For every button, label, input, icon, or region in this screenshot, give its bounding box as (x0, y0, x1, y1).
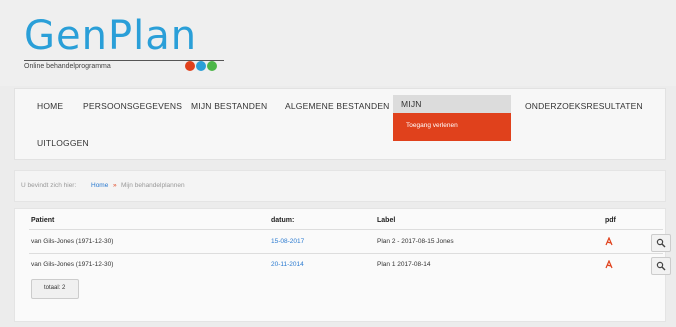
plans-table: Patient datum: Label pdf van Gils-Jones … (14, 208, 671, 322)
breadcrumb-separator: » (113, 182, 117, 189)
search-icon (656, 238, 666, 248)
row2-patient: van Gils-Jones (1971-12-30) (31, 261, 114, 268)
main-nav: HOME PERSOONSGEGEVENS MIJN BESTANDEN ALG… (14, 88, 666, 160)
total-count: totaal: 2 (31, 279, 79, 299)
logo-dot-blue (196, 61, 206, 71)
pdf-icon[interactable] (605, 260, 613, 269)
logo[interactable]: GenPlan Online behandelprogramma (24, 14, 244, 78)
col-header-patient: Patient (31, 217, 55, 224)
col-header-label: Label (377, 217, 396, 224)
nav-persoonsgegevens[interactable]: PERSOONSGEGEVENS (83, 101, 182, 111)
row-divider (29, 253, 663, 254)
nav-onderzoeksresultaten[interactable]: ONDERZOEKSRESULTATEN (525, 101, 643, 111)
nav-algemene-bestanden[interactable]: ALGEMENE BESTANDEN (285, 101, 390, 111)
logo-dot-orange (185, 61, 195, 71)
dropdown-item-toegang-verlenen[interactable]: Toegang verlenen (406, 122, 458, 129)
header: GenPlan Online behandelprogramma (0, 0, 676, 86)
dropdown-menu: Toegang verlenen (393, 113, 511, 141)
col-header-datum: datum: (271, 217, 295, 224)
breadcrumb-prefix: U bevindt zich hier: (21, 182, 77, 189)
nav-mijn-bestanden[interactable]: MIJN BESTANDEN (191, 101, 267, 111)
col-header-pdf: pdf (605, 217, 616, 224)
search-icon (656, 261, 666, 271)
nav-mijn-behandelplannen[interactable]: MIJN BEHANDELPLANNEN (393, 95, 511, 127)
view-button[interactable] (651, 234, 671, 252)
header-divider (29, 229, 663, 230)
logo-dots (184, 58, 217, 76)
logo-brand: GenPlan (24, 13, 198, 59)
breadcrumb: U bevindt zich hier: Home » Mijn behande… (14, 170, 666, 202)
breadcrumb-current: Mijn behandelplannen (121, 182, 185, 189)
nav-uitloggen[interactable]: UITLOGGEN (37, 138, 89, 148)
total-label: totaal: 2 (44, 285, 66, 291)
row1-patient: van Gils-Jones (1971-12-30) (31, 238, 114, 245)
breadcrumb-home[interactable]: Home (91, 182, 108, 189)
logo-dot-green (207, 61, 217, 71)
view-button[interactable] (651, 257, 671, 275)
nav-home[interactable]: HOME (37, 101, 63, 111)
row2-datum[interactable]: 20-11-2014 (271, 261, 304, 268)
row1-label: Plan 2 - 2017-08-15 Jones (377, 238, 454, 245)
row2-label: Plan 1 2017-08-14 (377, 261, 431, 268)
pdf-icon[interactable] (605, 237, 613, 246)
row1-datum[interactable]: 15-08-2017 (271, 238, 304, 245)
